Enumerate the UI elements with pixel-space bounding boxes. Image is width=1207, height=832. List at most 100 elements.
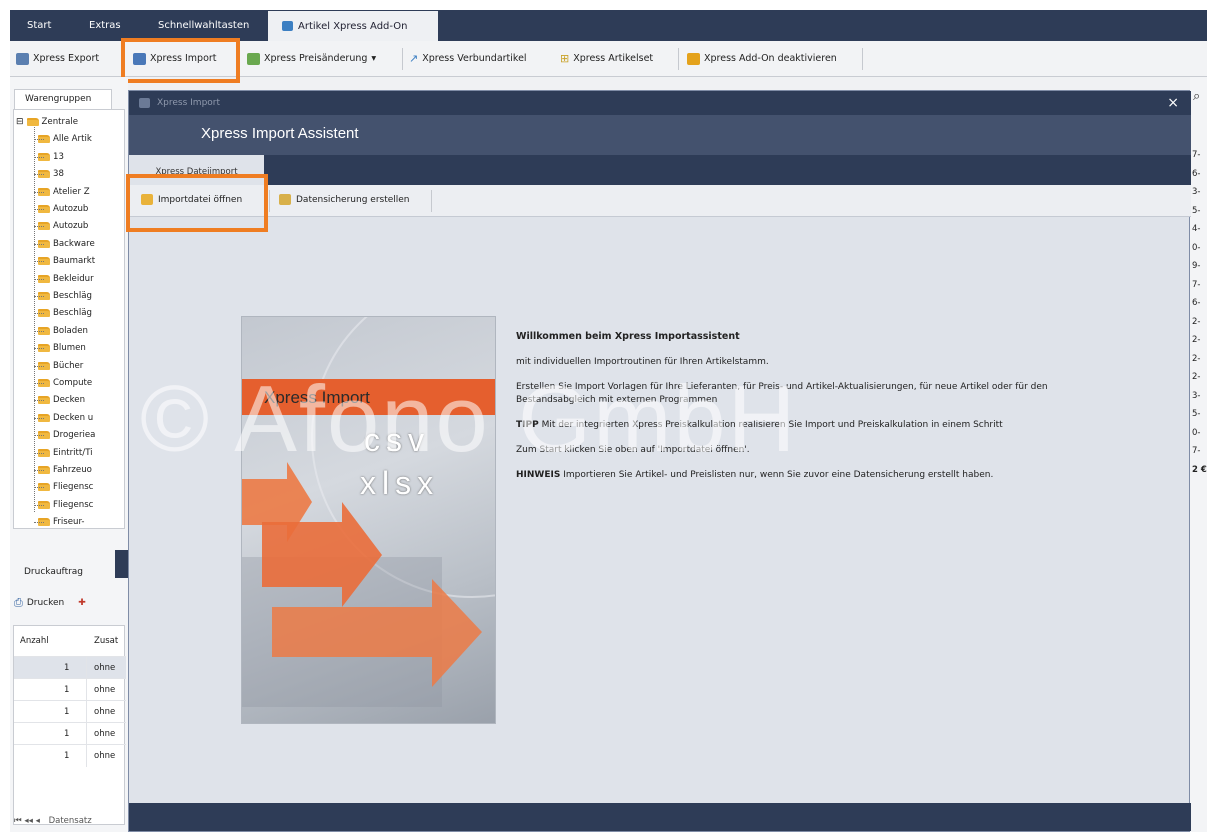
tree-connector — [34, 383, 44, 384]
datensicherung-button[interactable]: Datensicherung erstellen — [279, 194, 410, 205]
cell-divider — [86, 701, 87, 723]
printer-icon: ⎙ — [14, 596, 23, 609]
right-value: 7- — [1192, 279, 1201, 290]
tree-item[interactable]: Atelier Z — [34, 186, 90, 198]
tree-item[interactable]: Bekleidur — [34, 273, 94, 285]
cell-zusatz: ohne — [94, 663, 116, 673]
cell-zusatz: ohne — [94, 707, 116, 717]
welcome-title: Willkommen beim Xpress Importassistent — [516, 331, 740, 342]
delete-icon: ✚ — [78, 598, 86, 608]
tree-item[interactable]: Fliegensc — [34, 481, 93, 493]
collapse-icon[interactable]: ⊟ — [16, 116, 24, 128]
tree-item-label: Friseur- — [53, 517, 85, 528]
addon-deaktivieren-button[interactable]: Xpress Add-On deaktivieren — [687, 49, 837, 69]
right-value: 7- — [1192, 150, 1201, 160]
image-xlsx-label: xlsx — [360, 465, 440, 501]
table-row[interactable]: 1 ohne — [14, 678, 126, 701]
tab-artikel-xpress-addon-label: Artikel Xpress Add-On — [298, 21, 408, 32]
tree-item-label: Beschläg — [53, 291, 92, 301]
xpress-export-button[interactable]: Xpress Export — [16, 49, 99, 69]
tree-item-label: Backware — [53, 238, 95, 249]
tree-connector — [34, 330, 44, 332]
right-value: 9- — [1192, 261, 1201, 271]
cell-zusatz: ohne — [94, 729, 116, 739]
right-value: 2- — [1192, 372, 1201, 382]
tab-schnellwahltasten[interactable]: Schnellwahltasten — [145, 10, 262, 41]
tree-connector — [34, 522, 44, 524]
record-navigator[interactable]: ⏮ ◂◂ ◂ Datensatz — [14, 816, 92, 826]
drucken-button[interactable]: ⎙ Drucken ✚ — [14, 596, 86, 610]
tree-line — [34, 124, 35, 512]
tree-connector — [34, 243, 44, 245]
tree-item-label: Fahrzeuo — [53, 465, 92, 475]
xpress-artikelset-button[interactable]: ⊞ Xpress Artikelset — [560, 49, 653, 69]
tree-item[interactable]: Alle Artik — [34, 133, 92, 145]
tree-connector — [34, 313, 44, 315]
tree-item[interactable]: Compute — [34, 377, 92, 389]
tree-connector — [34, 365, 44, 367]
tree-connector — [34, 156, 44, 158]
nav-first-icon[interactable]: ⏮ ◂◂ ◂ — [14, 816, 40, 826]
welcome-line-2: Erstellen Sie Import Vorlagen für Ihre L… — [516, 382, 1048, 405]
tree-item[interactable]: 38 — [34, 168, 64, 180]
dialog-app-icon — [139, 98, 150, 108]
tree-item[interactable]: Autozub — [34, 203, 88, 215]
tree-connector — [34, 417, 44, 419]
tree-connector — [34, 470, 44, 471]
welcome-hinweis: HINWEIS Importieren Sie Artikel- und Pre… — [516, 469, 1076, 482]
tree-item-label: 38 — [53, 169, 64, 180]
tree-item-label: Bekleidur — [53, 273, 94, 284]
tab-extras[interactable]: Extras — [76, 10, 134, 41]
tree-item[interactable]: Eintritt/Ti — [34, 447, 93, 459]
search-icon[interactable]: ⌕ — [1193, 89, 1200, 104]
hinweis-text: Importieren Sie Artikel- und Preislisten… — [563, 470, 994, 480]
xpress-preisaenderung-button[interactable]: Xpress Preisänderung ▾ — [247, 49, 376, 69]
tree-item[interactable]: Autozub — [34, 220, 88, 232]
tree-item[interactable]: Backware — [34, 238, 95, 250]
right-value: 5- — [1192, 409, 1201, 419]
tree-connector — [34, 487, 44, 489]
image-csv-label: csv — [364, 422, 430, 458]
tree-connector — [34, 261, 44, 263]
dialog-statusbar — [129, 803, 1191, 831]
xpress-verbundartikel-button[interactable]: ↗ Xpress Verbundartikel — [409, 49, 527, 69]
tree-item[interactable]: Beschläg — [34, 290, 92, 302]
tree-item[interactable]: Bücher — [34, 360, 83, 372]
right-value: 0- — [1192, 242, 1201, 253]
tab-warengruppen[interactable]: Warengruppen — [14, 89, 112, 109]
druck-grid: Anzahl Zusat 1 ohne 1 ohne 1 ohne 1 ohne 1 ohne — [13, 625, 126, 825]
table-row[interactable]: 1 ohne — [14, 722, 126, 745]
tree-item[interactable]: Boladen — [34, 325, 88, 337]
toolbar-divider — [402, 48, 403, 70]
table-row[interactable]: 1 ohne — [14, 700, 126, 723]
tree-connector — [34, 400, 44, 402]
welcome-line-4: Zum Start klicken Sie oben auf 'Importda… — [516, 445, 750, 455]
tree-item[interactable]: Drogeriea — [34, 429, 95, 441]
tab-druckauftrag[interactable]: Druckauftrag — [24, 567, 83, 577]
tree-item[interactable]: Fahrzeuo — [34, 464, 92, 476]
record-label: Datensatz — [48, 816, 92, 826]
dialog-header: Xpress Import Assistent — [129, 115, 1191, 155]
tree-connector — [34, 174, 44, 176]
tree-item[interactable]: Friseur- — [34, 516, 85, 528]
tree-item[interactable]: Fliegensc — [34, 499, 93, 511]
tree-item[interactable]: Decken — [34, 394, 85, 406]
highlight-frame-open — [126, 174, 268, 232]
tree-connector — [34, 435, 44, 437]
tree-item[interactable]: Blumen — [34, 342, 86, 354]
cell-divider — [86, 745, 87, 767]
tab-artikel-xpress-addon[interactable]: Artikel Xpress Add-On — [268, 11, 438, 41]
tree-item-label: 13 — [53, 151, 64, 162]
tree-root[interactable]: ⊟ Zentrale — [16, 116, 78, 128]
cell-zusatz: ohne — [94, 751, 116, 761]
table-row[interactable]: 1 ohne — [14, 656, 126, 679]
tree-item[interactable]: Beschläg — [34, 307, 92, 319]
cell-divider — [86, 723, 87, 745]
tree-item-label: Baumarkt — [53, 256, 96, 267]
tree-item[interactable]: Baumarkt — [34, 255, 96, 267]
close-icon[interactable]: × — [1167, 95, 1179, 111]
tree-item[interactable]: 13 — [34, 151, 64, 163]
tab-start[interactable]: Start — [14, 10, 64, 41]
table-row[interactable]: 1 ohne — [14, 744, 126, 767]
tree-item[interactable]: Decken u — [34, 412, 93, 424]
